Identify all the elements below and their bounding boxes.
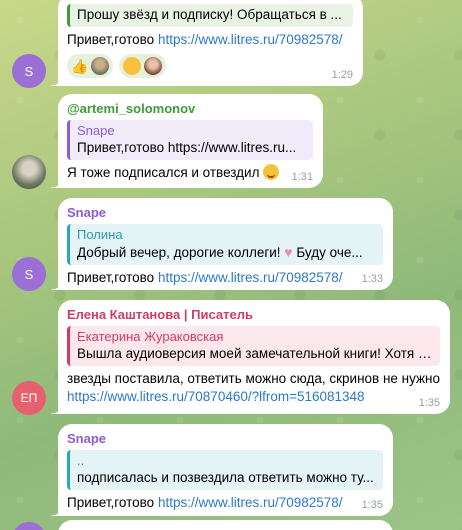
reply-sender: Полина	[77, 227, 123, 242]
avatar-initial: S	[24, 63, 34, 79]
message-text: Привет,готово https://www.litres.ru/7098…	[67, 31, 353, 49]
avatar[interactable]: S	[12, 257, 46, 291]
message-link[interactable]: https://www.litres.ru/70982578/	[158, 495, 343, 510]
reply-text-tail: Буду оче...	[292, 245, 363, 260]
message-bubble[interactable]: Прошу звёзд и подписку! Обращаться в ...…	[51, 0, 363, 86]
message-link[interactable]: https://www.litres.ru/70982578/	[158, 270, 343, 285]
reply-text: Добрый вечер, дорогие коллеги!	[77, 245, 285, 260]
avatar[interactable]	[12, 522, 46, 530]
message-body: Привет,готово	[67, 270, 158, 285]
reply-text: Прошу звёзд и подписку! Обращаться в ...	[77, 7, 342, 22]
message-time: 1:35	[361, 499, 383, 511]
message-time: 1:35	[418, 397, 440, 409]
message-text: Привет,готово https://www.litres.ru/7098…	[67, 494, 383, 512]
reactions-row: 👍	[67, 54, 353, 78]
message-link[interactable]: https://www.litres.ru/70982578/	[158, 32, 343, 47]
reply-quote[interactable]: Snape Привет,готово https://www.litres.r…	[67, 120, 313, 160]
message-body: звезды поставила, ответить можно сюда, с…	[67, 371, 441, 386]
message-body: Я тоже подписался и отвездил	[67, 165, 260, 180]
thumbs-up-icon: 👍	[71, 57, 89, 74]
message-text: Я тоже подписался и отвездил	[67, 164, 313, 182]
message-bubble[interactable]: Snape Полина Добрый вечер, дорогие колле…	[51, 198, 393, 290]
reply-quote[interactable]: Полина Добрый вечер, дорогие коллеги! ♥ …	[67, 224, 383, 265]
reaction-chip[interactable]	[119, 54, 167, 78]
reply-text: подписалась и позвездила ответить можно …	[77, 470, 374, 485]
reply-text: Вышла аудиоверсия моей замечательной кни…	[77, 346, 432, 361]
message-bubble[interactable]: @artemi_solomonov Snape Привет,готово ht…	[51, 94, 323, 188]
reply-text-line: Добрый вечер, дорогие коллеги! ♥ Буду оч…	[77, 243, 375, 262]
avatar-reaction-icon	[144, 57, 163, 75]
message-time: 1:29	[331, 69, 353, 81]
message-bubble[interactable]: Елена Каштанова | Писатель Екатерина Жур…	[51, 300, 450, 414]
reply-quote[interactable]: Екатерина Жураковская Вышла аудиоверсия …	[67, 326, 440, 366]
message-body: Привет,готово	[67, 32, 158, 47]
sender-name[interactable]: Snape	[67, 204, 383, 221]
message-body: Привет,готово	[67, 495, 158, 510]
reply-sender: Snape	[77, 123, 115, 138]
message-text: Привет,готово https://www.litres.ru/7098…	[67, 269, 383, 287]
reply-sender: Екатерина Жураковская	[77, 329, 224, 344]
reaction-chip[interactable]: 👍	[67, 54, 114, 78]
reply-quote[interactable]: Прошу звёзд и подписку! Обращаться в ...	[67, 4, 353, 27]
message-time: 1:31	[291, 171, 313, 183]
avatar-initial: ЕП	[20, 391, 38, 405]
avatar-reaction-icon	[91, 57, 110, 75]
sender-name[interactable]: Елена Каштанова | Писатель	[67, 306, 440, 323]
avatar[interactable]: S	[12, 54, 46, 88]
sender-name[interactable]: @artemi_solomonov	[67, 100, 313, 117]
avatar[interactable]	[12, 155, 46, 189]
reply-sender: ⁠.⁠.	[77, 453, 85, 468]
message-time: 1:33	[361, 273, 383, 285]
message-bubble[interactable]: Snape ⁠.⁠. подписалась и позвездила отве…	[51, 424, 393, 516]
grin-emoji-icon	[123, 57, 142, 75]
avatar[interactable]: ЕП	[12, 381, 46, 415]
message-bubble[interactable]	[58, 520, 393, 530]
smiling-face-emoji-icon	[263, 164, 280, 180]
sender-name[interactable]: Snape	[67, 430, 383, 447]
reply-quote[interactable]: ⁠.⁠. подписалась и позвездила ответить м…	[67, 450, 383, 490]
reply-text: Привет,готово https://www.litres.ru...	[77, 140, 297, 155]
avatar-initial: S	[24, 266, 34, 282]
heart-icon: ♥	[284, 244, 293, 260]
message-link[interactable]: https://www.litres.ru/70870460/?lfrom=51…	[67, 388, 440, 406]
